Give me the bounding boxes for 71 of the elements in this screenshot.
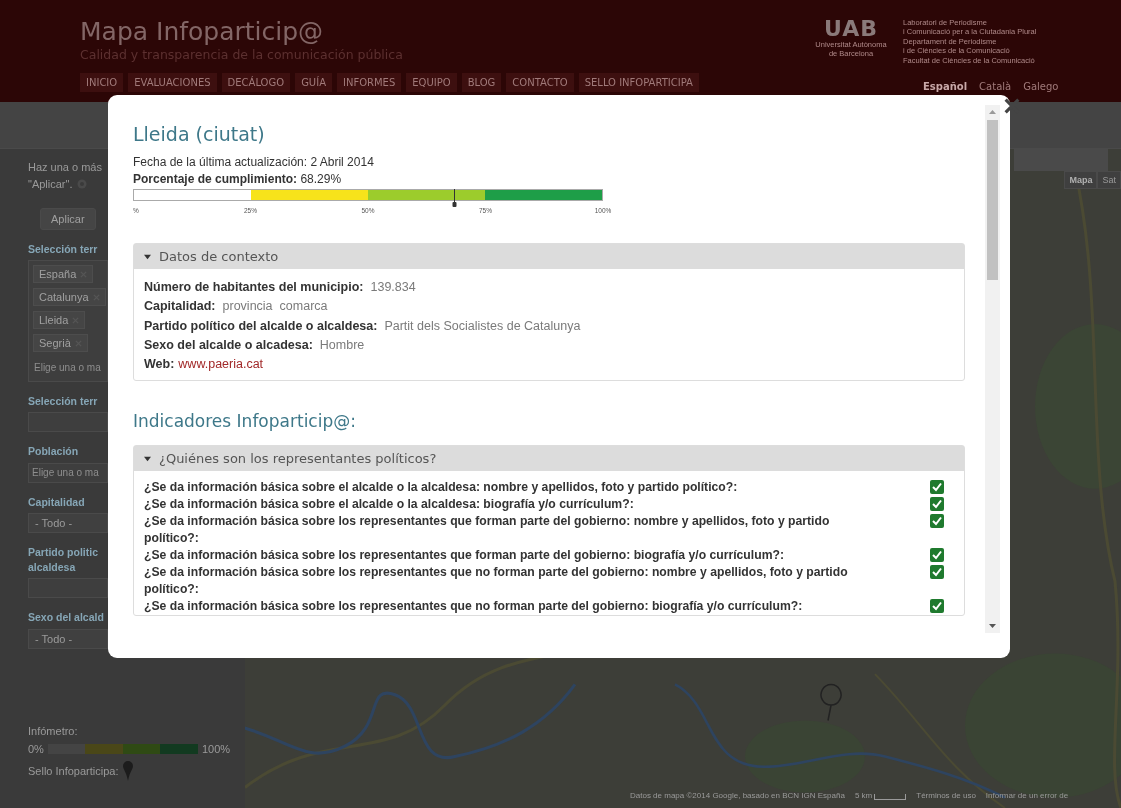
municipality-title: Lleida (ciutat) [133,123,266,145]
filter-select[interactable]: - Todo - [28,512,108,533]
filter-select[interactable]: - Todo - [28,628,108,649]
filter-label: Selección terr [28,394,98,410]
nav-item[interactable]: EQUIPO [406,72,457,92]
map-attribution: Datos de mapa ©2014 Google, basado en BCN IGN España [630,791,845,800]
section-header[interactable]: Datos de contexto [134,244,964,269]
map-type-button[interactable]: Mapa [1064,171,1098,189]
section-header[interactable]: ¿Quiénes son los representantes políticos? [134,446,964,472]
filter-field[interactable] [28,412,108,433]
filter-label: Población [28,444,79,460]
intro-text: "Aplicar". [28,176,73,192]
nav-item[interactable]: INFORMES [337,72,402,92]
nav-item[interactable]: DECÁLOGO [221,72,291,92]
filter-tag[interactable]: Segrià [33,334,88,353]
filter-tag[interactable]: Catalunya [33,288,106,307]
seal-label: Sello Infoparticipa: [28,764,119,777]
filter-label: Capitalidad [28,494,85,510]
indicator-question: ¿Se da información básica sobre el alcalde o la alcaldesa: nombre y apellidos, foto y partido político?: [144,479,739,497]
infometer-label: Infómetro: [28,724,78,737]
pin-icon [122,760,133,781]
scrollbar[interactable] [985,105,1000,633]
close-icon[interactable] [1002,96,1022,116]
context-field: Sexo del alcalde o alcadesa: Hombre [144,336,954,353]
filter-label: Partido politic [28,544,98,560]
tags-field[interactable]: España Catalunya Lleida Segrià Elige una o ma [28,260,108,383]
language-link[interactable]: Español [923,81,968,92]
arrow-down-icon[interactable] [988,622,997,630]
scroll-thumb[interactable] [987,120,998,280]
filter-field[interactable]: Elige una o ma [28,462,108,483]
caret-icon [144,455,151,463]
context-field: Número de habitantes del municipio: 139.834 [144,279,954,296]
terms-link[interactable]: Términos de uso [916,791,976,800]
indicator-question: ¿Se da información básica sobre los representantes que forman parte del gobierno: biografía y/o currículum?: [144,547,785,565]
indicators-heading: Indicadores Infoparticip@: [133,411,356,432]
nav-item[interactable]: BLOG [461,72,502,92]
indicator-question: ¿Se da información básica sobre los representantes que no forman parte del gobierno: nombre y apellidos, foto y partido político?: [144,564,849,599]
map-type-button[interactable]: Sat [1097,171,1121,189]
caret-icon [144,253,151,260]
legend-max: 100% [201,742,231,755]
apply-button[interactable]: Aplicar [40,208,96,230]
site-title[interactable]: Mapa Infoparticip@ [80,18,811,46]
report-link[interactable]: Informar de un error de [985,791,1069,800]
update-date: Fecha de la última actualización: 2 Abril 2014 [133,155,375,169]
filter-label: Sexo del alcald [28,610,104,626]
filter-label: alcaldesa [28,560,76,576]
filter-field[interactable] [28,578,108,599]
language-link[interactable]: Català [979,81,1012,92]
filter-tag[interactable]: Lleida [33,311,86,330]
indicator-question: ¿Se da información básica sobre los representantes que forman parte del gobierno: nombre y apellidos, foto y partido político?: [144,513,831,548]
nav-item[interactable]: SELLO INFOPARTICIPA [578,72,699,92]
nav-item[interactable]: INICIO [80,72,124,92]
indicator-question: ¿Se da información básica sobre los representantes que no forman parte del gobierno: biografía y/o currículum?: [144,598,804,616]
nav-item[interactable]: CONTACTO [506,72,574,92]
filter-tag[interactable]: España [33,265,94,284]
legend-min: 0% [28,742,44,755]
context-field: Web: www.paeria.cat [144,356,954,373]
web-link[interactable]: www.paeria.cat [178,357,264,371]
context-field: Capitalidad: provincia comarca [144,298,954,315]
language-link[interactable]: Galego [1023,81,1059,92]
filter-label: Selección terr [28,242,98,257]
scale-label: 5 km [854,791,873,800]
scale-bar [874,794,907,800]
arrow-up-icon[interactable] [988,108,997,116]
context-field: Partido político del alcalde o alcaldesa: Partit dels Socialistes de Catalunya [144,317,954,334]
nav-item[interactable]: EVALUACIONES [128,72,217,92]
compliance-text: Porcentaje de cumplimiento: 68.29% [133,172,343,186]
indicator-question: ¿Se da información básica sobre el alcalde o la alcaldesa: biografía y/o currículum?: [144,496,635,514]
intro-text: Haz una o más [28,160,102,175]
nav-item[interactable]: GUÍA [295,72,332,92]
university-logo: UAB [824,18,878,40]
